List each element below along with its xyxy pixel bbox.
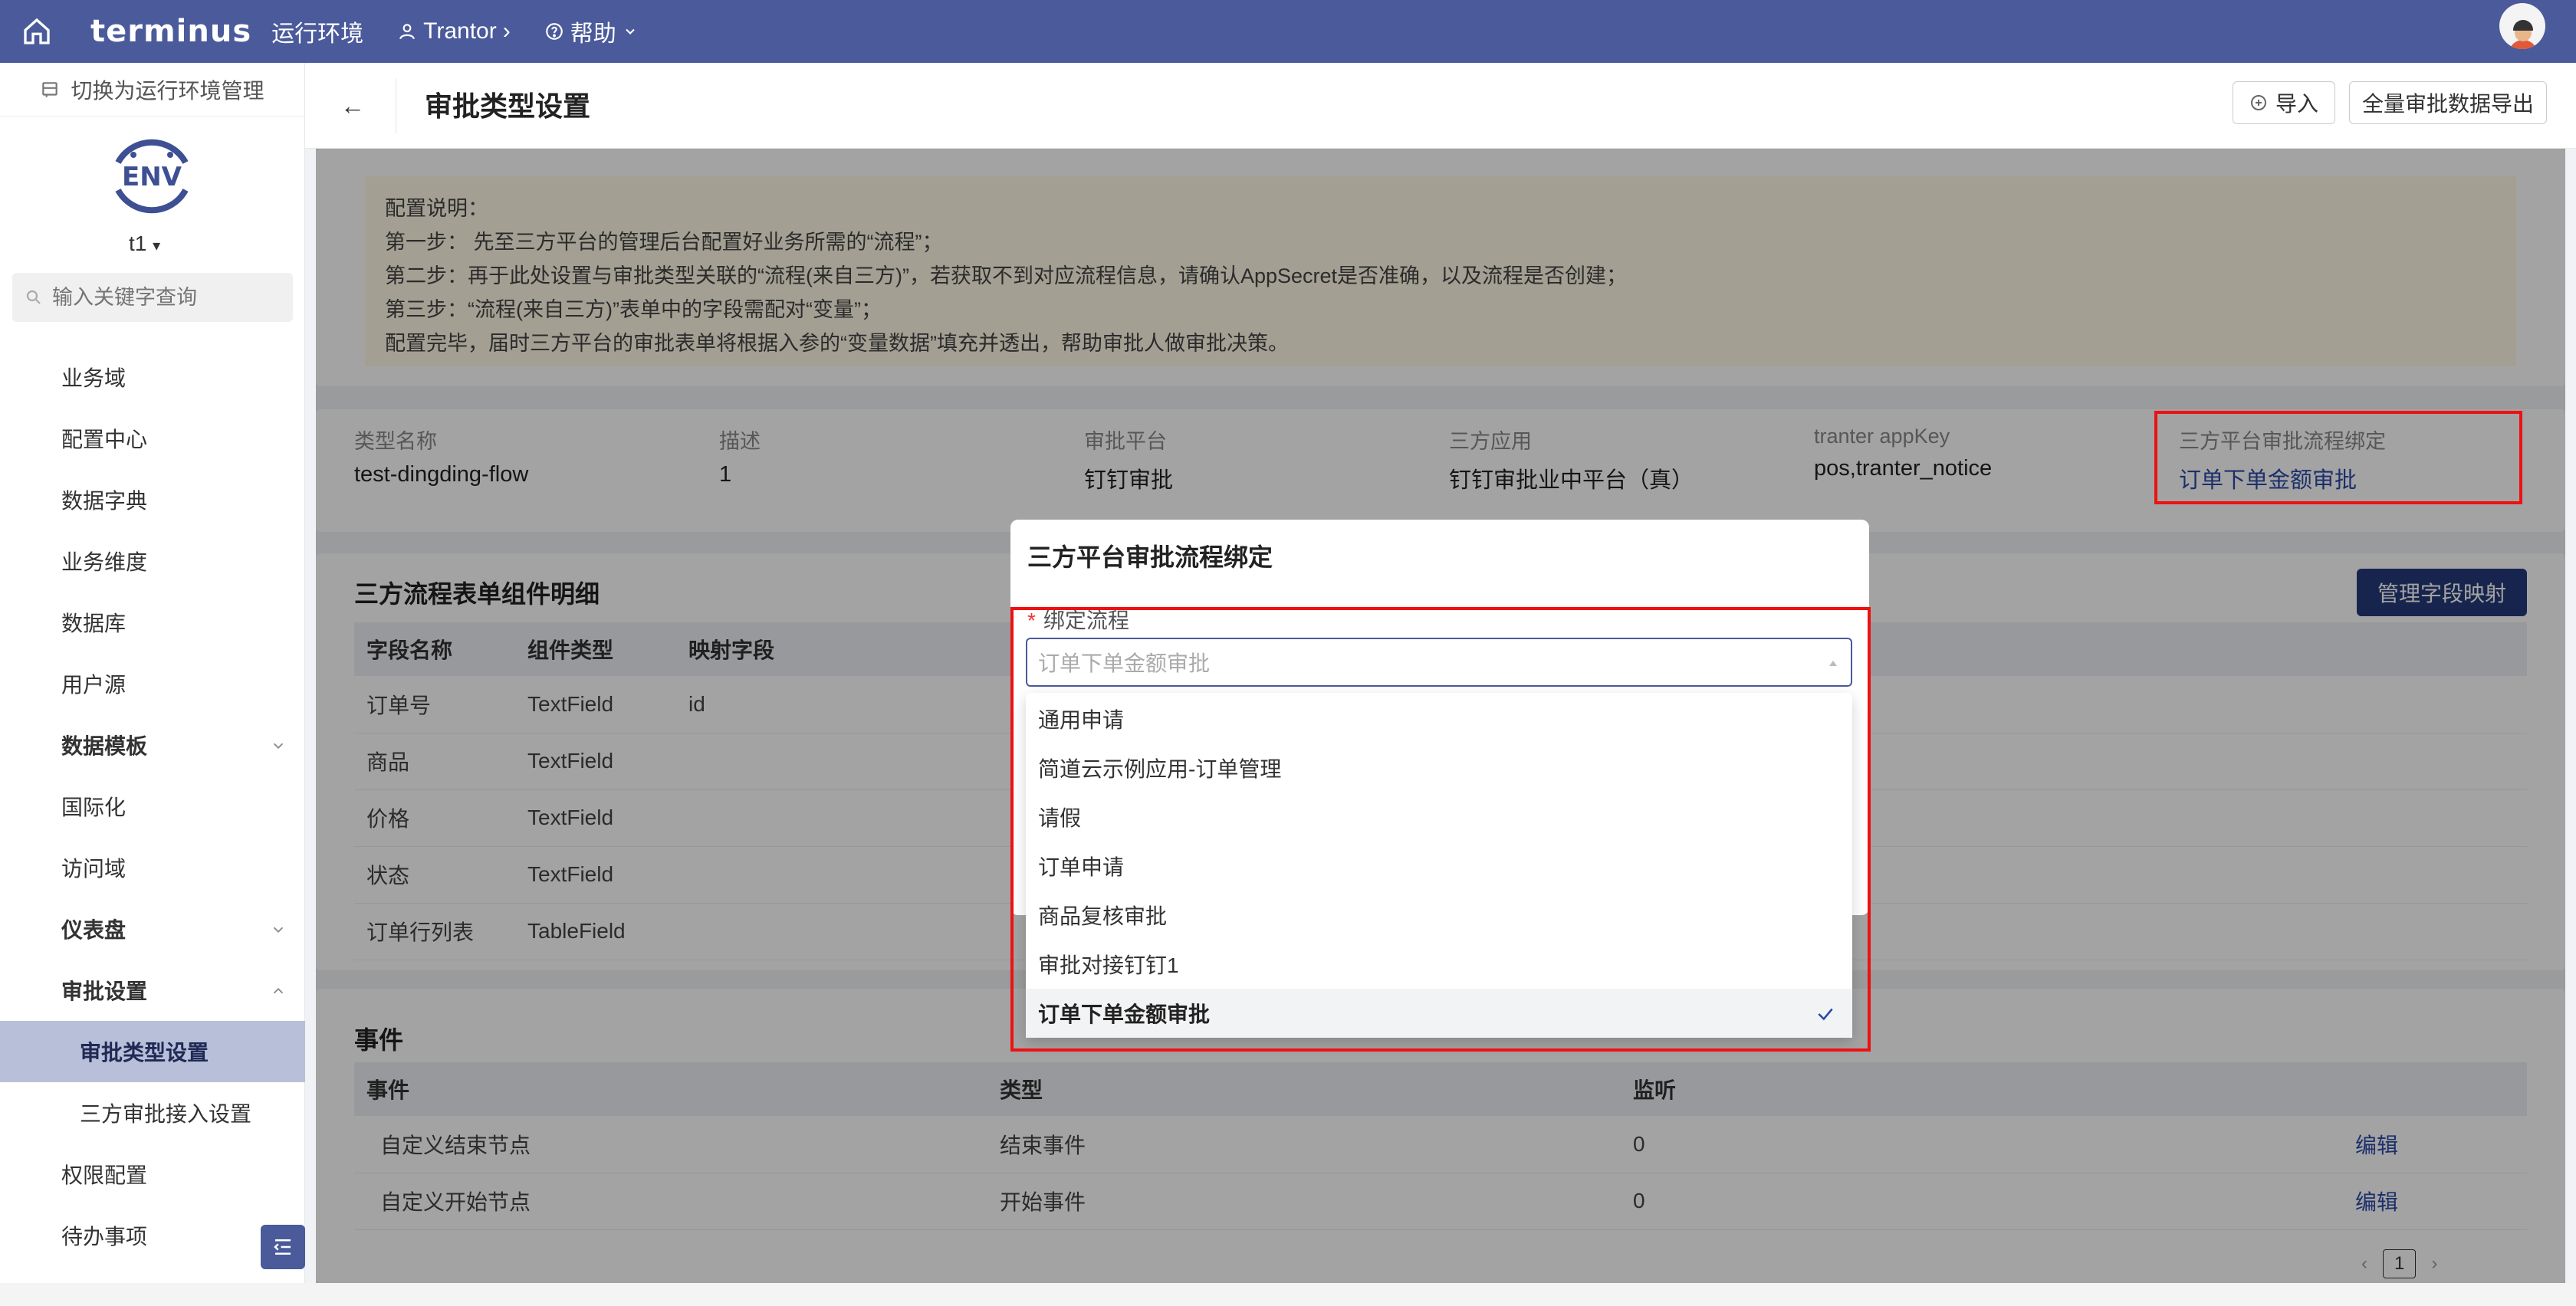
sidebar-item-dashboard[interactable]: 仪表盘 [0,898,305,960]
modal-title: 三方平台审批流程绑定 [1027,543,1273,571]
user-icon [399,24,415,40]
back-arrow-icon[interactable]: ← [336,89,370,123]
highlight-bind-flow [1010,607,1871,1052]
top-bar: terminus 运行环境 Trantor › 帮助 [0,0,2576,63]
sidebar-menu: 业务域 配置中心 数据字典 业务维度 数据库 用户源 数据模板 国际化 访问域 … [0,366,305,1266]
import-label: 导入 [2275,92,2318,116]
sidebar: 切换为运行环境管理 ENV t1 ▾ 业务域 配置中心 数据字典 业务维度 数据… [0,63,305,1306]
sidebar-item-approval-type-settings[interactable]: 审批类型设置 [0,1021,305,1082]
sidebar-search-input[interactable] [52,285,282,310]
sidebar-item-third-party-approval[interactable]: 三方审批接入设置 [0,1082,305,1144]
sidebar-item-label: 业务域 [61,366,127,390]
page-header: ← 审批类型设置 导入 全量审批数据导出 [305,63,2576,149]
switch-icon [42,81,58,97]
sidebar-item-label: 仪表盘 [61,918,127,942]
user-menu[interactable]: Trantor › [397,18,511,44]
env-name: t1 [129,231,147,255]
sidebar-item-label: 数据模板 [61,734,148,758]
sidebar-item-label: 审批设置 [61,980,148,1003]
sidebar-item-user-source[interactable]: 用户源 [0,653,305,714]
page-title: 审批类型设置 [425,90,591,122]
sidebar-item-i18n[interactable]: 国际化 [0,776,305,837]
env-logo: ENV [115,139,189,214]
sidebar-item-label: 访问域 [61,857,127,881]
home-icon[interactable] [18,13,55,50]
export-label: 全量审批数据导出 [2361,92,2534,116]
sidebar-item-label: 审批类型设置 [80,1041,209,1065]
caret-down-icon: ▾ [153,238,161,254]
switch-label: 切换为运行环境管理 [71,78,264,103]
sidebar-search[interactable] [12,273,293,322]
chevron-down-icon [625,28,635,34]
highlight-flow-binding [2154,411,2522,504]
chevron-up-icon [273,987,284,994]
avatar[interactable] [2499,3,2545,49]
search-icon [26,290,41,304]
help-icon [545,23,563,40]
sidebar-item-data-dictionary[interactable]: 数据字典 [0,469,305,530]
chevron-down-icon [273,927,284,934]
env-logo-text: ENV [122,162,182,192]
help-menu[interactable]: 帮助 [544,15,638,48]
sidebar-item-approval-settings[interactable]: 审批设置 [0,960,305,1021]
sidebar-item-access-domain[interactable]: 访问域 [0,837,305,898]
sidebar-item-business-domain[interactable]: 业务域 [0,346,305,408]
sidebar-item-label: 权限配置 [61,1163,148,1187]
import-button[interactable]: 导入 [2233,81,2335,124]
help-label: 帮助 [570,21,616,47]
sidebar-item-label: 业务维度 [61,550,148,574]
sidebar-item-business-dimension[interactable]: 业务维度 [0,530,305,592]
bottom-scrollbar[interactable] [0,1283,2576,1306]
env-label[interactable]: 运行环境 [271,15,363,48]
sidebar-item-label: 待办事项 [61,1225,148,1249]
sidebar-item-label: 数据字典 [61,489,148,513]
sidebar-item-label: 用户源 [61,673,127,697]
env-selector[interactable]: t1 ▾ [129,231,160,256]
sidebar-item-label: 配置中心 [61,428,148,451]
sidebar-item-todo[interactable]: 待办事项 [0,1205,305,1266]
switch-env-button[interactable]: 切换为运行环境管理 [0,63,304,116]
sidebar-item-data-template[interactable]: 数据模板 [0,714,305,776]
terminus-logo: terminus [90,14,252,49]
sidebar-item-permissions[interactable]: 权限配置 [0,1144,305,1205]
chevron-right-icon: › [502,18,511,44]
sidebar-item-config-center[interactable]: 配置中心 [0,408,305,469]
collapse-sidebar-button[interactable] [261,1225,305,1269]
user-name: Trantor [423,18,497,44]
plus-circle-icon [2250,95,2266,110]
sidebar-item-database[interactable]: 数据库 [0,592,305,653]
sidebar-item-label: 三方审批接入设置 [80,1102,252,1126]
sidebar-item-label: 数据库 [61,612,127,635]
export-all-button[interactable]: 全量审批数据导出 [2349,81,2547,124]
collapse-icon [274,1239,291,1255]
chevron-down-icon [273,743,284,750]
sidebar-item-label: 国际化 [61,796,127,819]
